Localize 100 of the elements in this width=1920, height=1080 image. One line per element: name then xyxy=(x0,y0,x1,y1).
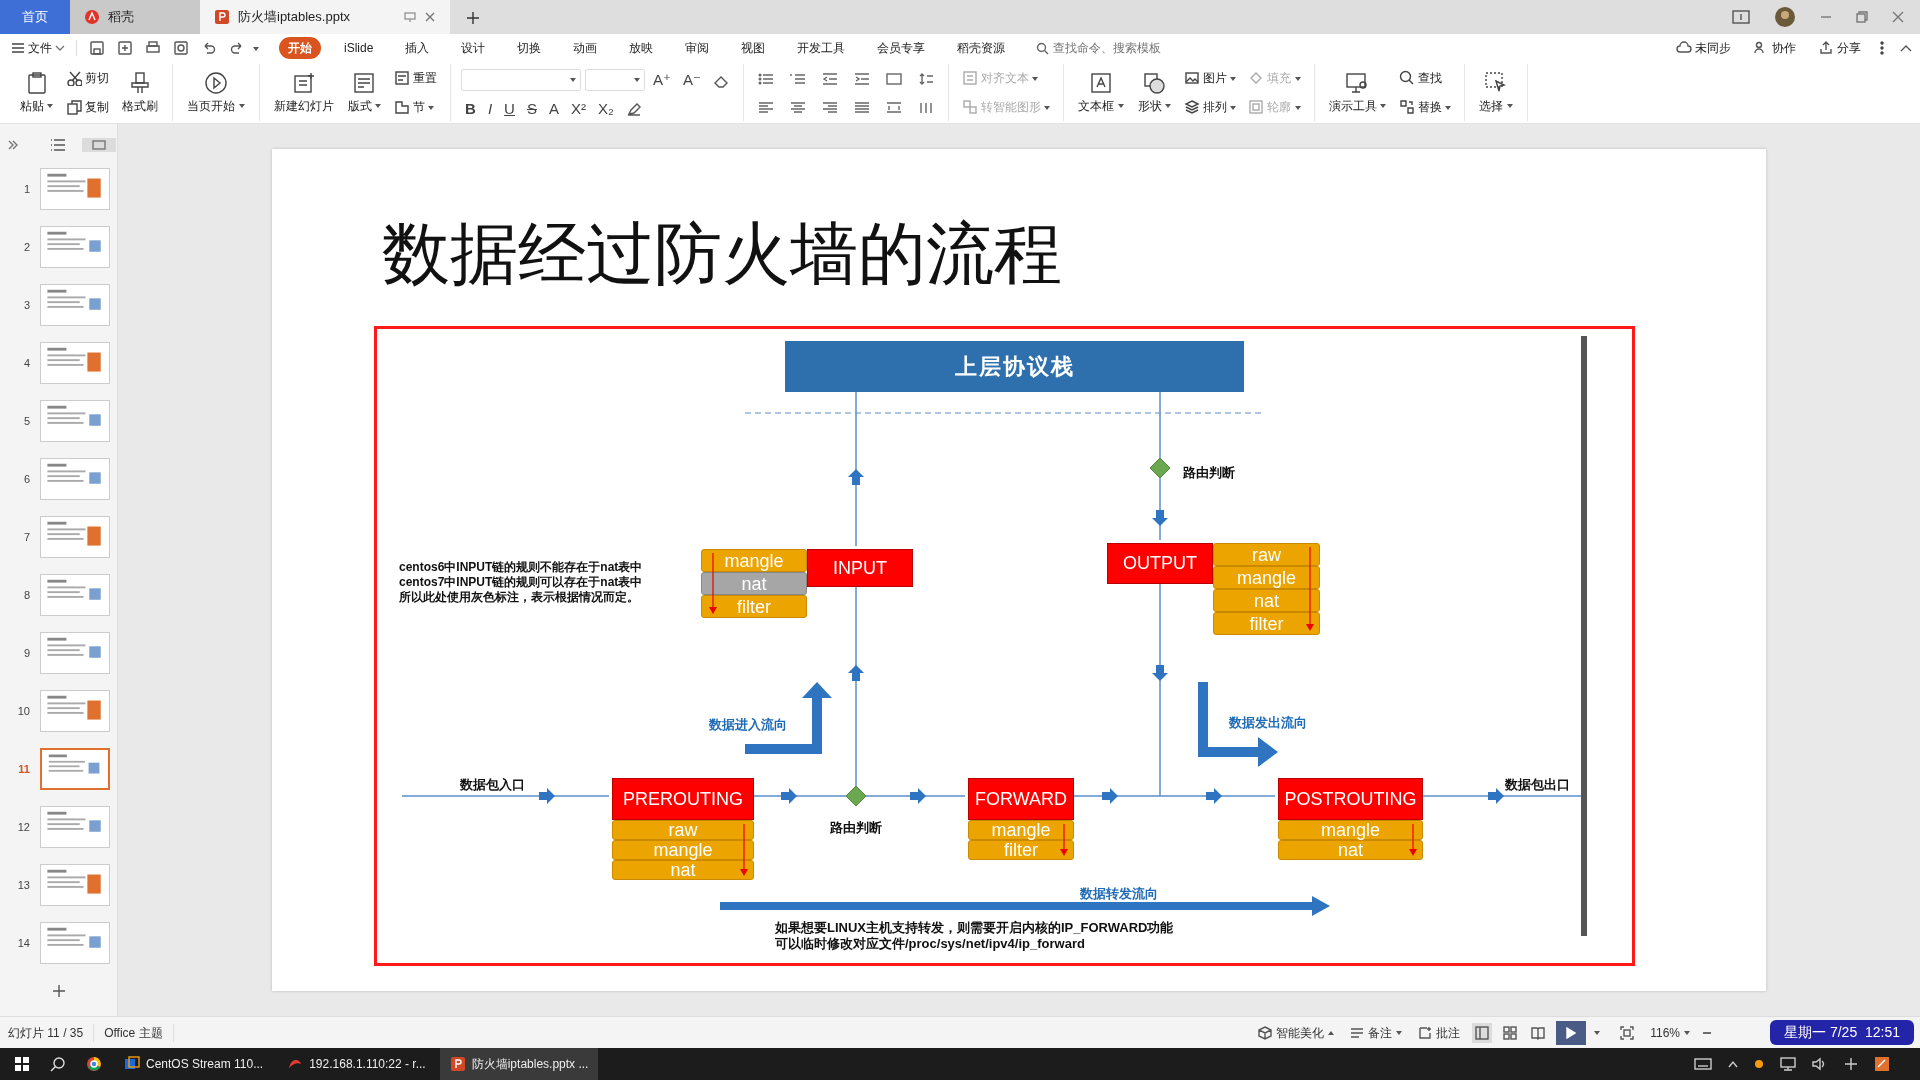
format-button[interactable]: X₂ xyxy=(593,100,618,116)
window-tab[interactable]: 稻壳 xyxy=(70,0,200,34)
table-box: mangle xyxy=(968,820,1074,840)
normal-view-button[interactable] xyxy=(1472,1022,1493,1043)
preview-icon xyxy=(173,40,189,56)
caret-icon xyxy=(1445,105,1452,110)
ribbon-tab[interactable]: iSlide xyxy=(335,37,383,59)
toolbar-button[interactable]: 图片 xyxy=(1180,68,1240,89)
font-size-field[interactable] xyxy=(585,68,646,91)
slide-number: 3 xyxy=(22,297,30,313)
toolbar-button[interactable]: 协作 xyxy=(1750,38,1799,58)
slide-thumbnail-item[interactable]: 3 xyxy=(0,276,117,334)
ribbon-tab[interactable]: 开始 xyxy=(279,37,321,59)
toolbar-button[interactable]: 排列 xyxy=(1180,96,1240,117)
toolbar-button[interactable]: 复制 xyxy=(63,96,113,117)
distribute-icon xyxy=(885,100,902,115)
keyboard-icon xyxy=(1694,1058,1712,1070)
restore-icon xyxy=(1856,11,1868,23)
font-size-button[interactable]: A⁻ xyxy=(678,72,705,88)
window-tab[interactable]: 首页 xyxy=(0,0,70,34)
ribbon-tab[interactable]: 设计 xyxy=(452,37,495,59)
notes-button[interactable]: 备注 xyxy=(1346,1021,1407,1044)
toolbar-button[interactable]: 新建幻灯片 xyxy=(269,68,338,117)
beautify-button[interactable]: 智能美化 xyxy=(1254,1021,1339,1044)
slideshow-button[interactable] xyxy=(1556,1020,1587,1045)
thumbnail-view-button[interactable] xyxy=(82,138,116,152)
route-label: 路由判断 xyxy=(1183,464,1235,482)
slide-thumbnail-item[interactable]: 4 xyxy=(0,334,117,392)
slide-thumbnail xyxy=(40,806,110,848)
toolbar-button[interactable]: 形状 xyxy=(1133,68,1175,117)
toolbar-button[interactable]: 格式刷 xyxy=(118,68,163,117)
format-button[interactable]: S xyxy=(522,100,541,116)
slide-thumbnail-item[interactable]: 7 xyxy=(0,508,117,566)
slide-thumbnail-item[interactable]: 12 xyxy=(0,798,117,856)
toolbar-button[interactable]: 文本框 xyxy=(1074,68,1128,117)
ribbon-tab[interactable]: 视图 xyxy=(732,37,775,59)
outline-view-button[interactable] xyxy=(50,138,66,152)
slide-thumbnail-item[interactable]: 5 xyxy=(0,392,117,450)
caret-icon xyxy=(1230,77,1237,82)
window-tab[interactable]: 防火墙iptables.pptx xyxy=(200,0,450,34)
ribbon-tab[interactable]: 审阅 xyxy=(676,37,719,59)
ribbon-tab[interactable]: 插入 xyxy=(396,37,439,59)
format-button[interactable]: A xyxy=(544,100,563,116)
toolbar-button[interactable]: 演示工具 xyxy=(1324,68,1390,117)
flow-line xyxy=(1159,477,1161,541)
font-size-button[interactable]: A⁺ xyxy=(649,72,675,88)
toolbar-button[interactable]: 粘贴 xyxy=(16,68,58,117)
toolbar-button[interactable]: 当页开始 xyxy=(183,68,249,117)
slide-thumbnail-item[interactable]: 1 xyxy=(0,160,117,218)
clock-overlay: 星期一 7/25 12:51 xyxy=(1770,1020,1914,1045)
zoom-dropdown[interactable]: 116% xyxy=(1646,1021,1694,1044)
toolbar-button[interactable]: 分享 xyxy=(1815,38,1864,58)
ribbon-tab[interactable]: 会员专享 xyxy=(868,37,935,59)
ribbon-tab[interactable]: 开发工具 xyxy=(788,37,855,59)
save-icon xyxy=(89,40,105,56)
toolbar-button[interactable]: 查找 xyxy=(1395,68,1455,89)
route-label: 路由判断 xyxy=(830,819,882,837)
taskbar-app[interactable]: CentOS Stream 110... xyxy=(114,1048,274,1080)
toolbar-button[interactable]: 重置 xyxy=(391,68,441,89)
table-box: filter xyxy=(968,840,1074,860)
taskbar-app[interactable]: 192.168.1.110:22 - r... xyxy=(277,1048,436,1080)
cube-icon xyxy=(1258,1025,1273,1040)
line-spacing-icon xyxy=(917,72,934,87)
file-menu[interactable]: 文件 xyxy=(8,38,68,58)
chain-box: PREROUTING xyxy=(612,778,754,820)
ribbon-tab[interactable]: 切换 xyxy=(508,37,551,59)
slide-thumbnail-item[interactable]: 11 xyxy=(0,740,117,798)
caret-icon xyxy=(570,77,577,82)
search-field[interactable]: 查找命令、搜索模板 xyxy=(1036,39,1187,57)
format-button[interactable]: X² xyxy=(566,100,590,116)
grid-icon xyxy=(1503,1025,1518,1040)
slide-thumbnail-item[interactable]: 14 xyxy=(0,914,117,972)
toolbar-button[interactable]: 版式 xyxy=(343,68,386,117)
comments-button[interactable]: 批注 xyxy=(1414,1021,1465,1044)
toolbar-button[interactable]: 选择 xyxy=(1475,68,1517,117)
format-button[interactable]: U xyxy=(500,100,519,116)
font-name-field[interactable] xyxy=(461,68,582,91)
play-circle-icon xyxy=(204,70,228,95)
toolbar-button[interactable]: 剪切 xyxy=(63,68,113,89)
ribbon-tab[interactable]: 动画 xyxy=(564,37,607,59)
layout-icon xyxy=(352,70,377,95)
ribbon-tab[interactable]: 稻壳资源 xyxy=(948,37,1015,59)
taskbar-app[interactable]: 防火墙iptables.pptx ... xyxy=(439,1048,599,1080)
order-arrow xyxy=(709,553,717,614)
format-button[interactable]: I xyxy=(483,100,497,116)
caret-icon xyxy=(47,104,54,109)
toolbar-button[interactable]: 未同步 xyxy=(1673,38,1734,58)
normal-view-icon xyxy=(1475,1025,1490,1040)
slide-thumbnail-item[interactable]: 10 xyxy=(0,682,117,740)
toolbar-button[interactable]: 节 xyxy=(391,96,441,117)
slide-thumbnail-item[interactable]: 6 xyxy=(0,450,117,508)
slide-thumbnail-item[interactable]: 9 xyxy=(0,624,117,682)
format-button[interactable]: B xyxy=(461,100,480,116)
slide-thumbnail xyxy=(40,748,110,790)
slide-thumbnail-item[interactable]: 2 xyxy=(0,218,117,276)
slide-thumbnail-item[interactable]: 13 xyxy=(0,856,117,914)
ribbon-tab[interactable]: 放映 xyxy=(620,37,663,59)
toolbar-button[interactable]: 替换 xyxy=(1395,96,1455,117)
slide-thumbnail-item[interactable]: 8 xyxy=(0,566,117,624)
slide-number: 5 xyxy=(22,413,30,429)
